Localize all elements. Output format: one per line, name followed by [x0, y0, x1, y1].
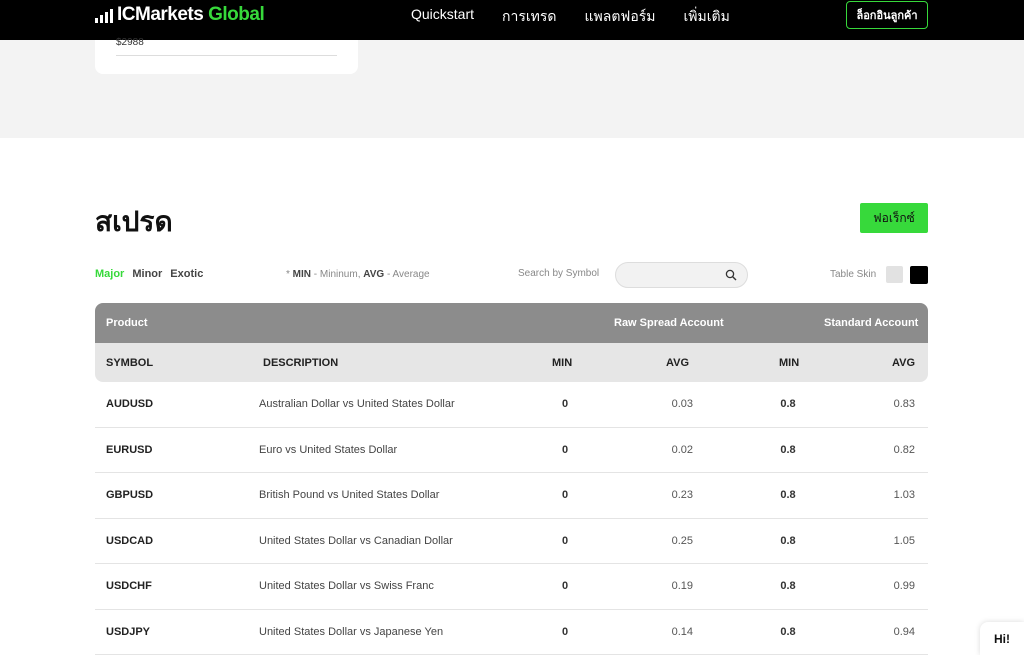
nav-item-platforms[interactable]: แพลตฟอร์ม: [585, 6, 656, 28]
cell-standard-min: 0.8: [780, 443, 796, 456]
cell-description: Australian Dollar vs United States Dolla…: [259, 398, 455, 410]
cell-raw-min: 0: [561, 489, 569, 501]
forex-button[interactable]: ฟอเร็กซ์: [860, 203, 928, 233]
table-column-header: SYMBOL DESCRIPTION MIN AVG MIN AVG: [95, 343, 928, 382]
col-description: DESCRIPTION: [263, 357, 339, 369]
cell-standard-avg: 0.94: [893, 625, 915, 638]
table-row[interactable]: GBPUSD British Pound vs United States Do…: [95, 473, 928, 519]
cell-symbol: USDCHF: [106, 580, 152, 592]
cell-raw-avg: 0.19: [671, 580, 693, 592]
logo-ic: IC: [117, 4, 136, 25]
cell-standard-min: 0.8: [780, 398, 796, 410]
chat-widget-button[interactable]: Hi!: [980, 622, 1024, 655]
cell-symbol: EURUSD: [106, 443, 153, 456]
cell-raw-avg: 0.23: [671, 489, 693, 501]
spreads-table: Product Raw Spread Account Standard Acco…: [95, 303, 928, 655]
client-login-button[interactable]: ล็อกอินลูกค้า: [846, 1, 928, 29]
table-row[interactable]: USDJPY United States Dollar vs Japanese …: [95, 610, 928, 655]
logo-markets: Markets: [135, 4, 204, 25]
cell-raw-avg: 0.25: [671, 534, 693, 547]
spreads-title: สเปรด: [95, 205, 173, 238]
card-divider: [116, 55, 337, 56]
symbol-category-filters: Major Minor Exotic: [95, 268, 203, 280]
cell-description: United States Dollar vs Canadian Dollar: [259, 534, 453, 547]
cell-raw-min: 0: [561, 580, 569, 592]
col-raw-avg: AVG: [666, 357, 690, 369]
cell-description: Euro vs United States Dollar: [259, 443, 398, 456]
header-product: Product: [106, 317, 148, 329]
cell-raw-min: 0: [561, 398, 569, 410]
cell-raw-avg: 0.03: [671, 398, 693, 410]
min-avg-legend: * MIN - Mininum, AVG - Average: [286, 269, 430, 280]
col-symbol: SYMBOL: [106, 357, 154, 369]
table-group-header: Product Raw Spread Account Standard Acco…: [95, 303, 928, 343]
cell-symbol: USDCAD: [106, 534, 154, 547]
ic-markets-logo[interactable]: ICMarkets Global: [95, 4, 265, 26]
cell-standard-avg: 0.82: [893, 443, 915, 456]
search-icon[interactable]: [725, 269, 737, 281]
header-raw-spread-account: Raw Spread Account: [614, 317, 724, 329]
cell-raw-avg: 0.14: [671, 625, 693, 638]
cell-raw-min: 0: [561, 625, 569, 638]
cell-symbol: USDJPY: [106, 625, 151, 638]
cell-standard-min: 0.8: [780, 625, 796, 638]
filter-minor[interactable]: Minor: [132, 268, 162, 280]
filter-exotic[interactable]: Exotic: [170, 268, 203, 280]
cell-description: United States Dollar vs Japanese Yen: [259, 625, 444, 638]
table-skin-light-swatch[interactable]: [886, 266, 903, 283]
table-row[interactable]: AUDUSD Australian Dollar vs United State…: [95, 382, 928, 428]
table-row[interactable]: USDCHF United States Dollar vs Swiss Fra…: [95, 564, 928, 610]
cell-standard-min: 0.8: [780, 534, 796, 547]
search-label: Search by Symbol: [518, 268, 600, 279]
header-standard-account: Standard Account: [824, 317, 919, 329]
col-standard-avg: AVG: [892, 357, 916, 369]
symbol-search-box: [615, 262, 748, 288]
main-nav: Quickstart การเทรด แพลตฟอร์ม เพิ่มเติม: [411, 6, 758, 28]
cell-standard-avg: 0.83: [893, 398, 915, 410]
nav-item-quickstart[interactable]: Quickstart: [411, 6, 474, 28]
cell-description: United States Dollar vs Swiss Franc: [259, 580, 434, 592]
cell-standard-avg: 1.03: [893, 489, 915, 501]
table-skin-dark-swatch[interactable]: [910, 266, 928, 284]
cell-standard-avg: 0.99: [893, 580, 915, 592]
symbol-search-input[interactable]: [616, 263, 716, 287]
top-navigation-bar: ICMarkets Global Quickstart การเทรด แพลต…: [0, 0, 1024, 40]
nav-item-trading[interactable]: การเทรด: [502, 6, 556, 28]
table-row[interactable]: EURUSD Euro vs United States Dollar 0 0.…: [95, 428, 928, 473]
cell-raw-min: 0: [561, 534, 569, 547]
cell-standard-min: 0.8: [780, 489, 796, 501]
filter-major[interactable]: Major: [95, 268, 124, 280]
cell-standard-avg: 1.05: [893, 534, 915, 547]
cell-symbol: AUDUSD: [106, 398, 154, 410]
col-raw-min: MIN: [552, 357, 573, 369]
cell-raw-avg: 0.02: [671, 443, 693, 456]
cell-symbol: GBPUSD: [106, 489, 154, 501]
logo-global: Global: [208, 4, 265, 25]
table-row[interactable]: USDCAD United States Dollar vs Canadian …: [95, 519, 928, 564]
table-skin-label: Table Skin: [830, 269, 877, 280]
cell-standard-min: 0.8: [780, 580, 796, 592]
cell-raw-min: 0: [561, 443, 569, 456]
col-standard-min: MIN: [779, 357, 800, 369]
card-price: $2988: [116, 37, 144, 48]
cell-description: British Pound vs United States Dollar: [259, 489, 440, 501]
logo-bars-icon: [95, 9, 113, 23]
nav-item-more[interactable]: เพิ่มเติม: [684, 6, 730, 28]
